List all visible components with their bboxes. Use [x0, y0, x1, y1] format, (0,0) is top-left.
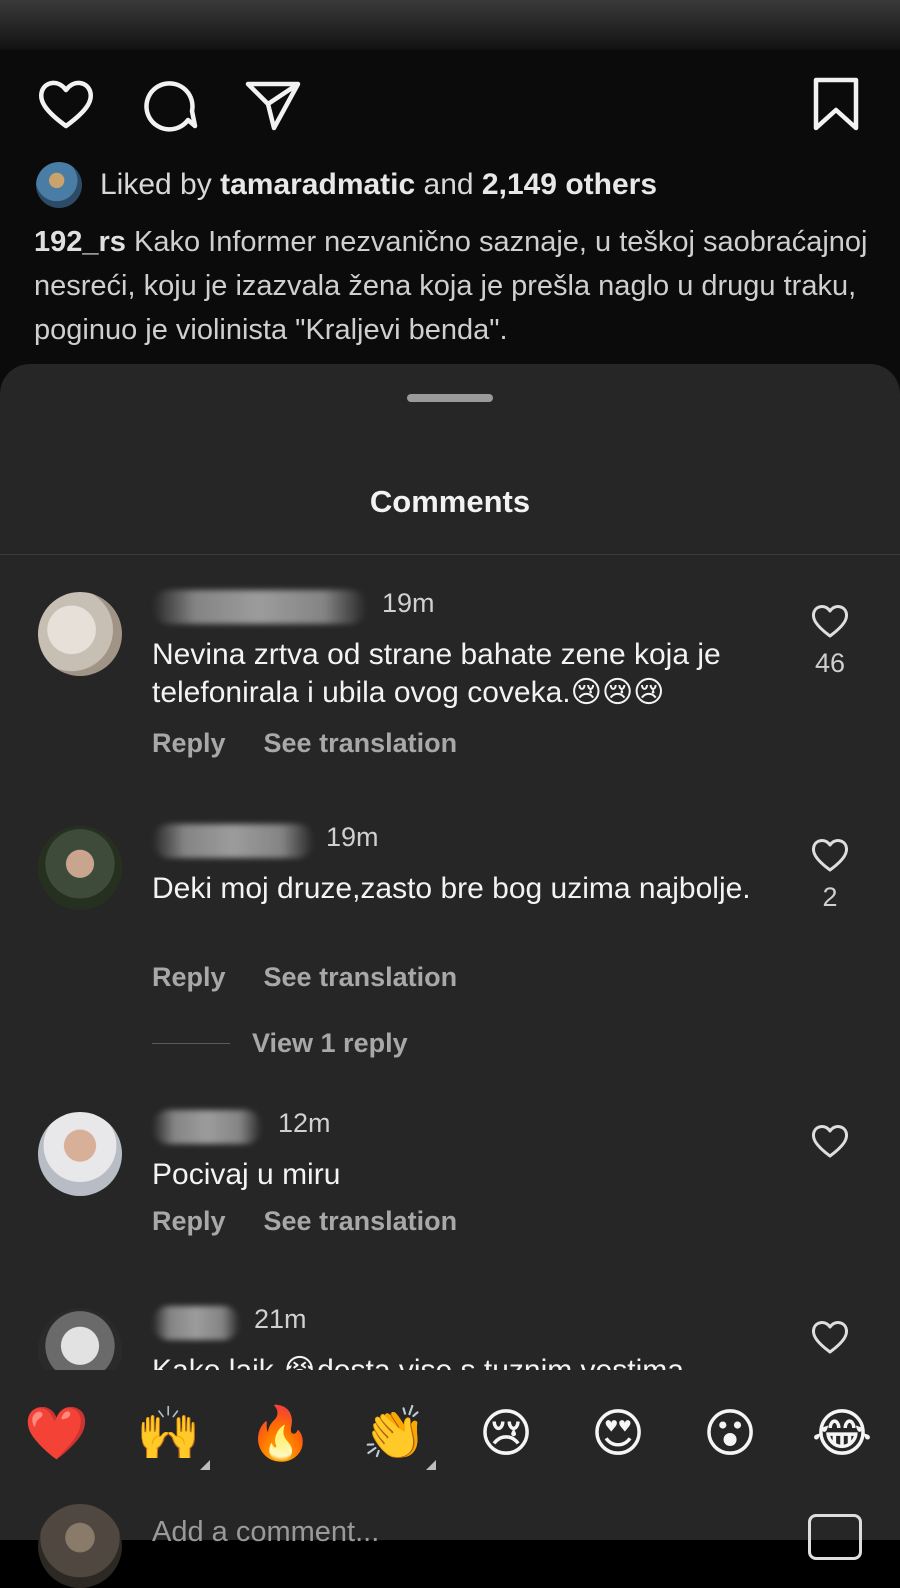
avatar[interactable] — [38, 1308, 122, 1370]
see-translation-button[interactable]: See translation — [264, 962, 458, 992]
reply-button[interactable]: Reply — [152, 728, 226, 758]
avatar[interactable] — [38, 592, 122, 676]
view-replies-label: View 1 reply — [252, 1028, 408, 1058]
gif-button[interactable] — [808, 1514, 862, 1560]
fire-emoji[interactable]: 🔥 — [248, 1402, 313, 1466]
post-image-bottom-edge — [0, 0, 900, 50]
drag-handle[interactable] — [407, 394, 493, 402]
liked-prefix: Liked by — [100, 168, 212, 201]
view-replies-button[interactable]: View 1 reply — [152, 1028, 408, 1059]
username-blurred[interactable] — [152, 824, 314, 858]
comment-text: Pocivaj u miru — [152, 1158, 341, 1191]
post-caption: 192_rs Kako Informer nezvanično saznaje,… — [34, 220, 874, 352]
comment-icon — [144, 81, 198, 132]
liked-and: and — [415, 168, 482, 201]
caption-text: Kako Informer nezvanično saznaje, u tešk… — [34, 226, 868, 346]
replies-line — [152, 1043, 230, 1044]
reply-button[interactable]: Reply — [152, 962, 226, 992]
liked-others[interactable]: 2,149 others — [482, 168, 657, 202]
heart-emoji[interactable]: ❤️ — [24, 1402, 89, 1466]
skin-tone-indicator — [426, 1460, 436, 1470]
comment-actions: Reply See translation — [152, 728, 495, 759]
send-icon — [245, 81, 301, 131]
heart-icon — [39, 80, 93, 129]
bookmark-icon — [813, 77, 859, 131]
self-avatar — [38, 1504, 122, 1588]
username-blurred[interactable] — [152, 590, 367, 624]
save-button[interactable] — [806, 76, 866, 132]
heart-icon[interactable] — [810, 1122, 850, 1160]
username-blurred[interactable] — [152, 1306, 240, 1340]
laughing-face-emoji[interactable]: 😂 — [810, 1402, 874, 1466]
comment-time: 19m — [326, 822, 379, 852]
comment-text: Nevina zrtva od strane bahate zene koja … — [152, 638, 721, 709]
see-translation-button[interactable]: See translation — [264, 1206, 458, 1236]
username-blurred[interactable] — [152, 1110, 262, 1144]
like-count: 46 — [814, 648, 846, 678]
reply-button[interactable]: Reply — [152, 1206, 226, 1236]
liked-user[interactable]: tamaradmatic — [220, 168, 415, 202]
avatar[interactable] — [38, 1112, 122, 1196]
comment-button[interactable] — [140, 76, 200, 132]
comment-time: 19m — [382, 588, 435, 618]
like-button[interactable] — [36, 76, 96, 132]
likes-summary[interactable]: Liked by tamaradmatic and 2,149 others — [36, 162, 657, 208]
add-comment-input[interactable]: Add a comment... — [152, 1516, 379, 1549]
comment-text: Kako lajk 😭dosta vise s tuznim vestima — [152, 1352, 782, 1370]
heart-icon[interactable] — [810, 602, 850, 640]
comments-list[interactable]: 19m Nevina zrtva od strane bahate zene k… — [0, 564, 900, 1370]
add-comment-bar: Add a comment... — [0, 1492, 900, 1588]
liker-avatar — [36, 162, 82, 208]
emoji-bar: ❤️ 🙌 🔥 👏 😢 😍 😮 😂 — [0, 1372, 900, 1492]
surprised-face-emoji[interactable]: 😮 — [698, 1402, 762, 1466]
comment-actions: Reply See translation — [152, 962, 495, 993]
heart-icon[interactable] — [810, 1318, 850, 1356]
comment-text: Deki moj druze,zasto bre bog uzima najbo… — [152, 872, 751, 905]
divider — [0, 554, 900, 555]
crying-face-emoji[interactable]: 😢 — [474, 1402, 538, 1466]
comment-time: 12m — [278, 1108, 331, 1138]
heart-eyes-emoji[interactable]: 😍 — [586, 1402, 650, 1466]
avatar[interactable] — [38, 826, 122, 910]
skin-tone-indicator — [200, 1460, 210, 1470]
comment-time: 21m — [254, 1304, 307, 1334]
comments-sheet: Comments 19m Nevina zrtva od strane baha… — [0, 364, 900, 1588]
clapping-emoji[interactable]: 👏 — [362, 1402, 427, 1466]
caption-username[interactable]: 192_rs — [34, 226, 126, 258]
raising-hands-emoji[interactable]: 🙌 — [136, 1402, 201, 1466]
heart-icon[interactable] — [810, 836, 850, 874]
sheet-title: Comments — [369, 484, 531, 519]
like-count: 2 — [822, 882, 838, 912]
share-button[interactable] — [244, 76, 304, 132]
see-translation-button[interactable]: See translation — [264, 728, 458, 758]
comment-actions: Reply See translation — [152, 1206, 495, 1237]
